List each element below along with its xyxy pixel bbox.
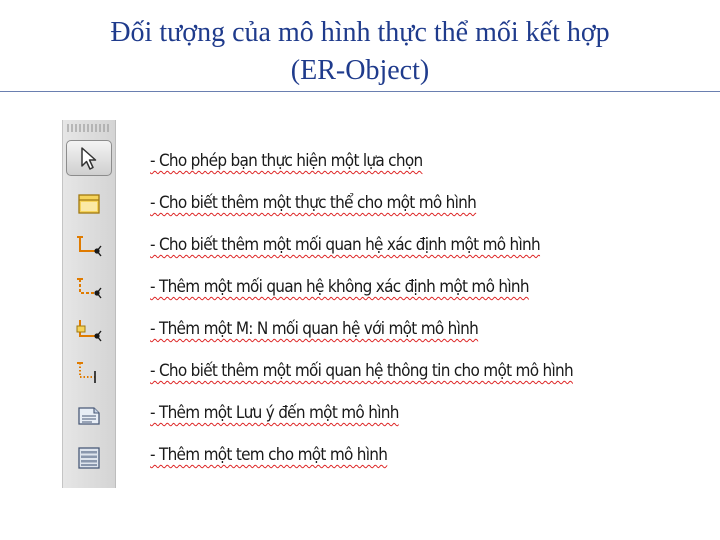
description-item: - Cho biết thêm một mối quan hệ thông ti… <box>150 361 574 381</box>
entity-icon <box>78 194 100 214</box>
description-item: - Thêm một M: N mối quan hệ với một mô h… <box>150 319 479 339</box>
title-divider <box>0 91 720 92</box>
slide-title: Đối tượng của mô hình thực thể mối kết h… <box>0 14 720 90</box>
stamp-tool-button[interactable] <box>63 440 115 476</box>
informative-relationship-icon <box>77 362 96 383</box>
description-item: - Thêm một mối quan hệ không xác định mộ… <box>150 277 530 297</box>
slide-title-line2: (ER-Object) <box>290 55 430 86</box>
non-identifying-relationship-icon <box>77 278 102 299</box>
toolbar-grip <box>67 124 111 132</box>
description-item: - Cho biết thêm một mối quan hệ xác định… <box>150 235 541 255</box>
note-tool-button[interactable] <box>63 398 115 434</box>
er-object-toolbar <box>62 120 116 488</box>
slide-title-line1: Đối tượng của mô hình thực thể mối kết h… <box>110 17 610 48</box>
non-identifying-relationship-tool-button[interactable] <box>63 270 115 306</box>
pointer-tool-button[interactable] <box>66 140 112 176</box>
informative-relationship-tool-button[interactable] <box>63 354 115 390</box>
many-to-many-relationship-tool-button[interactable] <box>63 312 115 348</box>
stamp-icon <box>78 447 100 469</box>
entity-tool-button[interactable] <box>63 186 115 222</box>
description-item: - Thêm một Lưu ý đến một mô hình <box>150 403 399 423</box>
note-icon <box>78 407 100 425</box>
identifying-relationship-icon <box>77 236 102 257</box>
identifying-relationship-tool-button[interactable] <box>63 228 115 264</box>
description-item: - Thêm một tem cho một mô hình <box>150 445 388 465</box>
description-item: - Cho biết thêm một thực thể cho một mô … <box>150 193 477 213</box>
many-to-many-relationship-icon <box>76 320 102 342</box>
pointer-arrow-icon <box>81 147 97 170</box>
description-item: - Cho phép bạn thực hiện một lựa chọn <box>150 151 423 171</box>
